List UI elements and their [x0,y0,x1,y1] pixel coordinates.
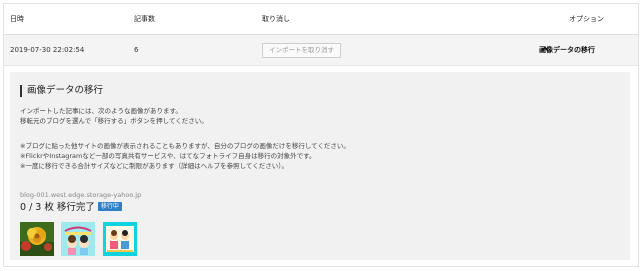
header-options: オプション [569,15,604,23]
migration-progress: 0 / 3 枚 移行完了 移行中 [20,201,122,215]
note-line-2: ※FlickrやInstagramなど一部の写真共有サービスや、はてなフォトライ… [20,152,316,160]
chevron-up-icon [541,35,549,65]
thumbnail-illustration-2[interactable] [103,222,137,256]
header-cancel: 取り消し [262,15,290,23]
cancel-import-button[interactable]: インポートを取り消す [262,43,341,58]
note-line-3: ※一度に移行できる合計サイズなどに制限があります（詳細はヘルプを参照してください… [20,162,288,170]
status-badge: 移行中 [97,202,122,211]
note-line-1: ※ブログに貼った他サイトの画像が表示されることもありますが、自分のブログの画像だ… [20,142,350,150]
progress-text: 0 / 3 枚 移行完了 [20,202,95,213]
header-count: 記事数 [134,15,155,23]
row-date: 2019-07-30 22:02:54 [10,46,85,54]
table-row: 2019-07-30 22:02:54 6 インポートを取り消す 画像データの移… [4,35,638,66]
intro-line-1: インポートした記事には、次のような画像があります。 [20,107,182,115]
section-title: 画像データの移行 [20,85,103,97]
row-count: 6 [134,46,139,54]
import-history-panel: 日時 記事数 取り消し オプション 2019-07-30 22:02:54 6 … [3,3,639,267]
header-date: 日時 [10,15,24,23]
source-host: blog-001.west.edge.storage-yahoo.jp [20,191,142,199]
intro-line-2: 移転元のブログを選んで「移行する」ボタンを押してください。 [20,117,208,125]
thumbnail-flower[interactable] [20,222,54,256]
table-header: 日時 記事数 取り消し オプション [4,4,638,35]
image-migration-panel: 画像データの移行 インポートした記事には、次のような画像があります。 移転元のブ… [10,72,630,260]
thumbnail-illustration-1[interactable] [61,222,95,256]
